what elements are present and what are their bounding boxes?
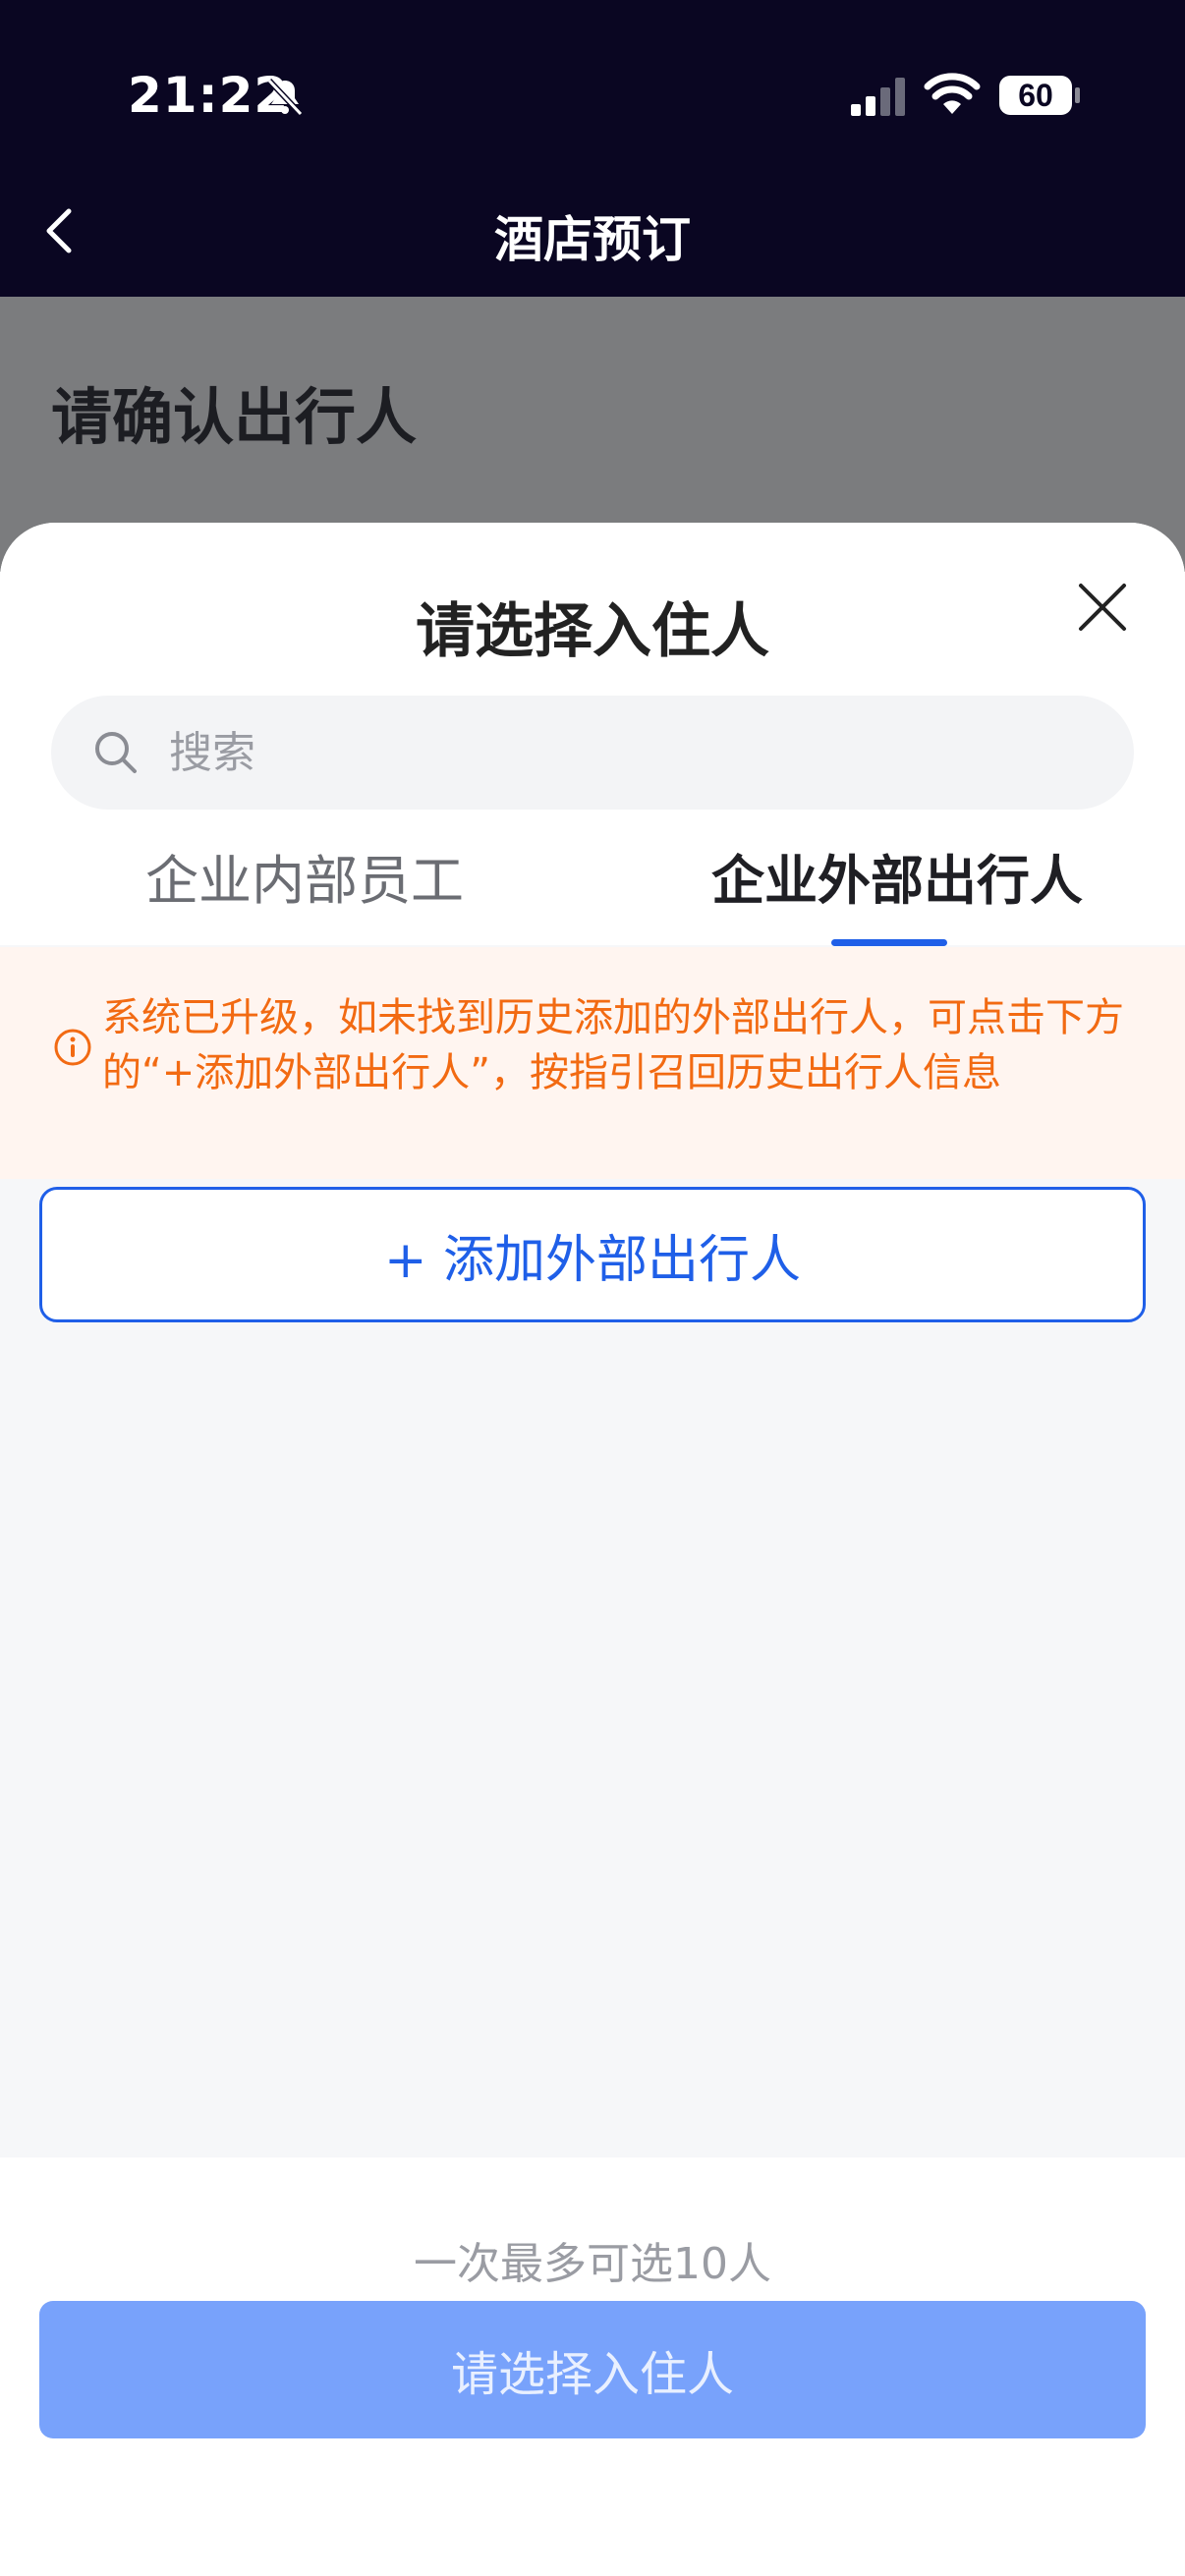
info-icon: [54, 1029, 91, 1066]
select-guest-sheet: 请选择入住人 企业内部员工 企业外部出行人 系统已升级，如未找到历史添加的外部出…: [0, 523, 1185, 2576]
sheet-header: 请选择入住人 企业内部员工 企业外部出行人: [0, 523, 1185, 946]
top-bar: 21:22 60 酒店预订: [0, 0, 1185, 297]
background-page-title: 请确认出行人: [51, 381, 418, 453]
sheet-footer: 一次最多可选10人 请选择入住人: [0, 2157, 1185, 2576]
tab-internal-staff[interactable]: 企业内部员工: [145, 837, 464, 915]
wifi-icon: [924, 73, 981, 114]
cellular-signal-icon: [851, 78, 905, 116]
bell-muted-icon: [266, 78, 304, 117]
notice-text: 系统已升级，如未找到历史添加的外部出行人，可点击下方的“+添加外部出行人”，按指…: [102, 995, 1124, 1095]
upgrade-notice: 系统已升级，如未找到历史添加的外部出行人，可点击下方的“+添加外部出行人”，按指…: [0, 947, 1185, 1179]
selection-limit-hint: 一次最多可选10人: [414, 2239, 771, 2289]
sheet-title: 请选择入住人: [416, 597, 769, 666]
active-tab-indicator: [831, 939, 947, 946]
select-guest-button[interactable]: 请选择入住人: [39, 2301, 1146, 2438]
battery-indicator: 60: [998, 75, 1081, 116]
battery-level: 60: [1018, 77, 1053, 113]
search-input[interactable]: [169, 696, 1093, 810]
close-icon[interactable]: [1075, 580, 1130, 635]
tab-external-travelers[interactable]: 企业外部出行人: [711, 837, 1083, 915]
search-icon: [95, 732, 137, 773]
nav-title: 酒店预订: [494, 211, 691, 268]
add-external-traveler-button[interactable]: + 添加外部出行人: [39, 1187, 1146, 1322]
search-bar[interactable]: [51, 696, 1134, 810]
